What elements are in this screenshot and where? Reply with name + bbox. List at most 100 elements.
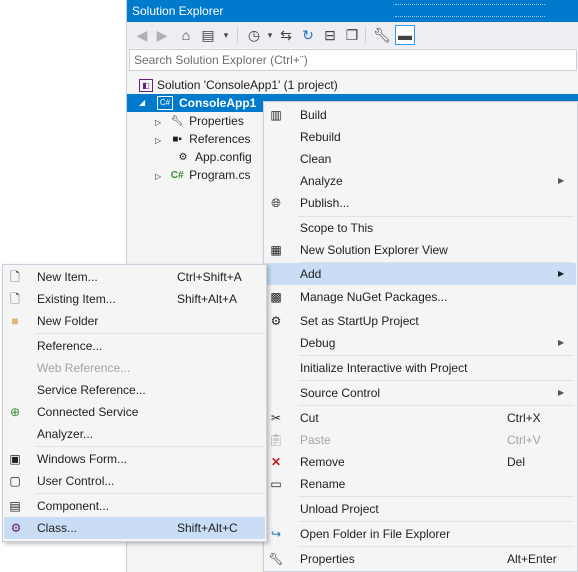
toolbar-separator <box>237 27 238 43</box>
menu-item-clean[interactable]: Clean <box>264 148 577 170</box>
menu-item-initialize-interactive[interactable]: Initialize Interactive with Project <box>264 357 577 379</box>
menu-item-component[interactable]: ▤ Component... <box>3 495 266 517</box>
menu-item-new-folder[interactable]: ■ New Folder <box>3 310 266 332</box>
menu-item-service-reference[interactable]: Service Reference... <box>3 379 266 401</box>
menu-item-manage-nuget[interactable]: ▩ Manage NuGet Packages... <box>264 286 577 308</box>
menu-item-existing-item[interactable]: 🗋︎ Existing Item... Shift+Alt+A <box>3 288 266 310</box>
tree-item-app-config[interactable]: ⚙ App.config <box>175 148 252 166</box>
tree-item-references[interactable]: ▷ ■▪ References <box>155 130 251 148</box>
references-icon: ■▪ <box>172 133 182 145</box>
back-icon[interactable]: ◀ <box>133 26 151 44</box>
submenu-arrow-icon: ▶ <box>558 269 565 278</box>
menu-label: Connected Service <box>37 405 139 419</box>
menu-label: Unload Project <box>300 502 379 516</box>
paste-icon: 📋︎ <box>268 433 284 447</box>
menu-item-windows-form[interactable]: ▣ Windows Form... <box>3 448 266 470</box>
search-box[interactable]: Search Solution Explorer (Ctrl+¨) <box>129 49 577 71</box>
tree-item-program-cs[interactable]: ▷ C# Program.cs <box>155 166 251 184</box>
menu-shortcut: Alt+Enter <box>507 552 557 566</box>
menu-shortcut: Ctrl+Shift+A <box>177 270 242 284</box>
preview-icon[interactable]: ▬ <box>395 25 415 45</box>
menu-item-debug[interactable]: Debug ▶ <box>264 332 577 354</box>
menu-separator <box>298 521 574 522</box>
menu-separator <box>35 333 263 334</box>
menu-label: Analyzer... <box>37 427 94 441</box>
menu-item-remove[interactable]: ✕ Remove Del <box>264 451 577 473</box>
solution-icon: ◧ <box>139 79 153 93</box>
project-context-menu: ▥ Build Rebuild Clean Analyze ▶ 🌐︎ Publish.… <box>263 101 578 572</box>
solution-explorer-title-bar: Solution Explorer <box>127 0 578 22</box>
menu-item-new-solution-explorer-view[interactable]: ▦ New Solution Explorer View <box>264 239 577 261</box>
menu-label: Clean <box>300 152 332 166</box>
menu-item-open-folder[interactable]: ↪ Open Folder in File Explorer <box>264 523 577 545</box>
menu-item-scope-to-this[interactable]: Scope to This <box>264 217 577 239</box>
menu-item-rebuild[interactable]: Rebuild <box>264 126 577 148</box>
menu-separator <box>298 496 574 497</box>
forward-icon[interactable]: ▶ <box>153 26 171 44</box>
project-label: ConsoleApp1 <box>179 96 257 110</box>
menu-item-paste[interactable]: 📋︎ Paste Ctrl+V <box>264 429 577 451</box>
menu-item-new-item[interactable]: 🗋︎ New Item... Ctrl+Shift+A <box>3 266 266 288</box>
menu-label: Debug <box>300 336 336 350</box>
menu-item-set-startup[interactable]: ⚙ Set as StartUp Project <box>264 310 577 332</box>
menu-item-rename[interactable]: ▭ Rename <box>264 473 577 495</box>
menu-item-web-reference[interactable]: Web Reference... <box>3 357 266 379</box>
switch-views-dropdown-icon[interactable]: ▾ <box>217 26 235 44</box>
home-icon[interactable]: ⌂ <box>177 26 195 44</box>
nuget-icon: ▩ <box>270 290 282 304</box>
menu-separator <box>35 493 263 494</box>
menu-item-connected-service[interactable]: ⊕ Connected Service <box>3 401 266 423</box>
menu-item-add[interactable]: Add ▶ <box>265 263 576 285</box>
menu-label: Add <box>300 267 322 281</box>
collapsed-arrow-icon[interactable]: ▷ <box>155 118 161 127</box>
collapsed-arrow-icon[interactable]: ▷ <box>155 172 161 181</box>
menu-label: Scope to This <box>300 221 374 235</box>
tree-item-solution[interactable]: ◧ Solution 'ConsoleApp1' (1 project) <box>139 76 338 94</box>
show-all-files-icon[interactable]: ❐ <box>343 26 361 44</box>
collapsed-arrow-icon[interactable]: ▷ <box>155 136 161 145</box>
menu-item-source-control[interactable]: Source Control ▶ <box>264 382 577 404</box>
menu-label: Initialize Interactive with Project <box>300 361 468 375</box>
menu-label: Windows Form... <box>37 452 128 466</box>
menu-item-publish[interactable]: 🌐︎ Publish... <box>264 192 577 214</box>
expanded-arrow-icon[interactable]: ◢ <box>139 94 145 112</box>
menu-item-reference[interactable]: Reference... <box>3 335 266 357</box>
menu-item-properties[interactable]: 🔧︎ Properties Alt+Enter <box>264 548 577 570</box>
open-folder-icon: ↪ <box>270 527 282 541</box>
collapse-all-icon[interactable]: ⊟ <box>321 26 339 44</box>
menu-item-build[interactable]: ▥ Build <box>264 104 577 126</box>
rename-icon: ▭ <box>270 477 282 491</box>
title-bar-grip <box>395 4 545 17</box>
properties-label: Properties <box>189 114 244 128</box>
menu-separator <box>298 380 574 381</box>
menu-shortcut: Ctrl+X <box>507 411 541 425</box>
app-config-label: App.config <box>195 150 252 164</box>
menu-label: New Solution Explorer View <box>300 243 448 257</box>
menu-label: Properties <box>300 552 355 566</box>
menu-item-analyzer[interactable]: Analyzer... <box>3 423 266 445</box>
submenu-arrow-icon: ▶ <box>558 388 565 397</box>
csharp-project-icon: C# <box>157 96 173 110</box>
menu-item-unload-project[interactable]: Unload Project <box>264 498 577 520</box>
switch-views-icon[interactable]: ▤ <box>199 26 217 44</box>
menu-label: User Control... <box>37 474 115 488</box>
menu-item-cut[interactable]: ✂ Cut Ctrl+X <box>264 407 577 429</box>
menu-label: Class... <box>37 521 78 535</box>
sync-icon[interactable]: ⇆ <box>277 26 295 44</box>
menu-label: Rebuild <box>300 130 341 144</box>
tree-item-properties[interactable]: ▷ 🔧︎ Properties <box>155 112 244 130</box>
add-submenu: 🗋︎ New Item... Ctrl+Shift+A 🗋︎ Existing Ite… <box>2 264 267 542</box>
menu-label: Component... <box>37 499 110 513</box>
connected-service-icon: ⊕ <box>9 405 21 419</box>
menu-label: Reference... <box>37 339 103 353</box>
menu-separator <box>298 405 574 406</box>
menu-item-class[interactable]: ⚙ Class... Shift+Alt+C <box>4 517 265 539</box>
properties-icon[interactable]: 🔧︎ <box>373 26 391 44</box>
solution-label: Solution 'ConsoleApp1' (1 project) <box>157 78 338 92</box>
menu-label: Set as StartUp Project <box>300 314 419 328</box>
search-input[interactable]: Search Solution Explorer (Ctrl+¨) <box>134 53 308 67</box>
menu-item-user-control[interactable]: ▢ User Control... <box>3 470 266 492</box>
scissors-icon: ✂ <box>270 411 282 425</box>
menu-item-analyze[interactable]: Analyze ▶ <box>264 170 577 192</box>
refresh-icon[interactable]: ↻ <box>299 26 317 44</box>
